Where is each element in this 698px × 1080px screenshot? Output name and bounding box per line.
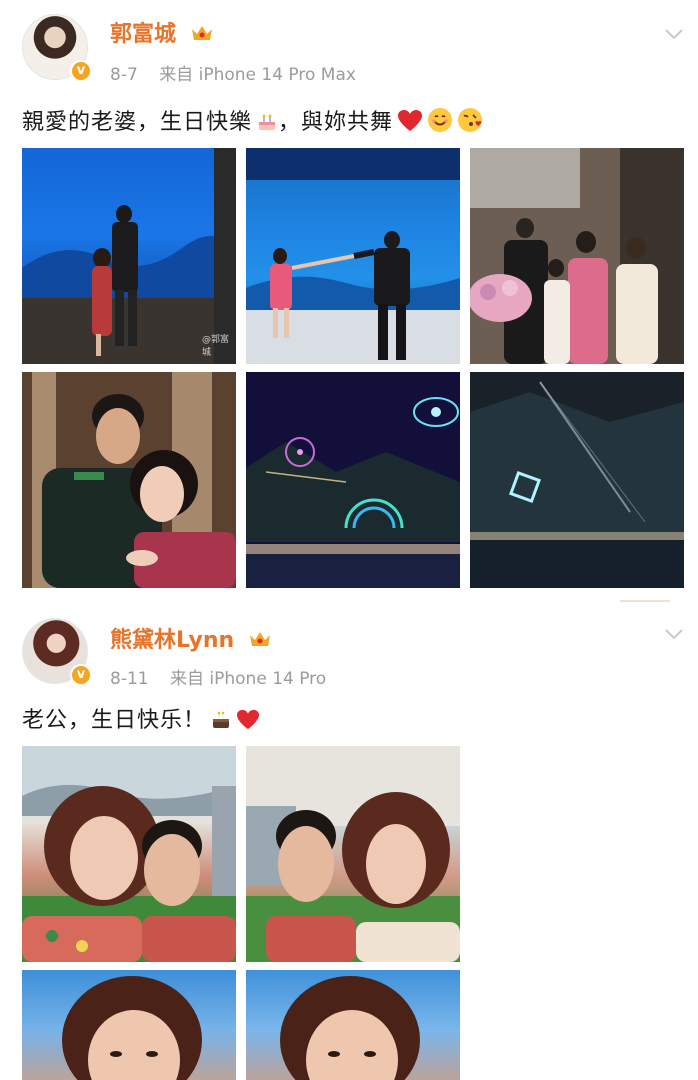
kiss-emoji: [458, 108, 483, 132]
post-text: 老公，生日快乐！: [22, 702, 260, 734]
post-date: 8-7: [110, 65, 138, 85]
crown-icon: [249, 632, 270, 646]
post-text-main: 親愛的老婆，生日快樂: [22, 110, 253, 135]
post-date: 8-11: [110, 669, 149, 689]
post-source: 来自 iPhone 14 Pro: [170, 669, 327, 689]
post-meta: 8-11 来自 iPhone 14 Pro: [110, 664, 326, 689]
cake-emoji: [213, 711, 230, 728]
ferris-wheel-night-photo[interactable]: [246, 372, 460, 588]
couple-selfie-garden-2[interactable]: [246, 746, 460, 962]
crown-icon: [191, 26, 212, 40]
light-show-night-photo[interactable]: [470, 372, 684, 588]
weibo-post-2: v 熊黛林Lynn 8-11 来自 iPhone 14 Pro 老公，生日快乐！: [0, 606, 698, 1080]
username-label: 郭富城: [110, 22, 177, 47]
photo-watermark: @郭富城: [202, 335, 230, 358]
username[interactable]: 郭富城: [110, 16, 214, 48]
aquarium-couple-photo[interactable]: @郭富城: [22, 148, 236, 364]
verified-badge-icon: v: [70, 664, 92, 686]
woman-portrait-1[interactable]: [22, 970, 236, 1080]
post-text-suffix: ，與妳共舞: [278, 110, 394, 135]
family-celebration-photo[interactable]: [470, 148, 684, 364]
post-source: 来自 iPhone 14 Pro Max: [159, 65, 356, 85]
chevron-down-icon[interactable]: [662, 22, 686, 46]
heart-emoji: [237, 709, 260, 730]
divider-dots: [620, 600, 670, 602]
couple-selfie-garden-1[interactable]: [22, 746, 236, 962]
username[interactable]: 熊黛林Lynn: [110, 622, 272, 654]
post-meta: 8-7 来自 iPhone 14 Pro Max: [110, 60, 356, 85]
couple-selfie-photo[interactable]: [22, 372, 236, 588]
post-text: 親愛的老婆，生日快樂 ，與妳共舞: [22, 104, 483, 136]
post-text-main: 老公，生日快乐！: [22, 708, 207, 733]
verified-badge-icon: v: [70, 60, 92, 82]
weibo-post-1: v 郭富城 8-7 来自 iPhone 14 Pro Max 親愛的老婆，生日快…: [0, 0, 698, 602]
chevron-down-icon[interactable]: [662, 622, 686, 646]
heart-emoji: [398, 110, 423, 131]
woman-portrait-2[interactable]: [246, 970, 460, 1080]
cake-emoji: [259, 114, 276, 130]
aquarium-dance-photo[interactable]: [246, 148, 460, 364]
smile-emoji: [428, 108, 453, 132]
username-label: 熊黛林Lynn: [110, 628, 235, 653]
